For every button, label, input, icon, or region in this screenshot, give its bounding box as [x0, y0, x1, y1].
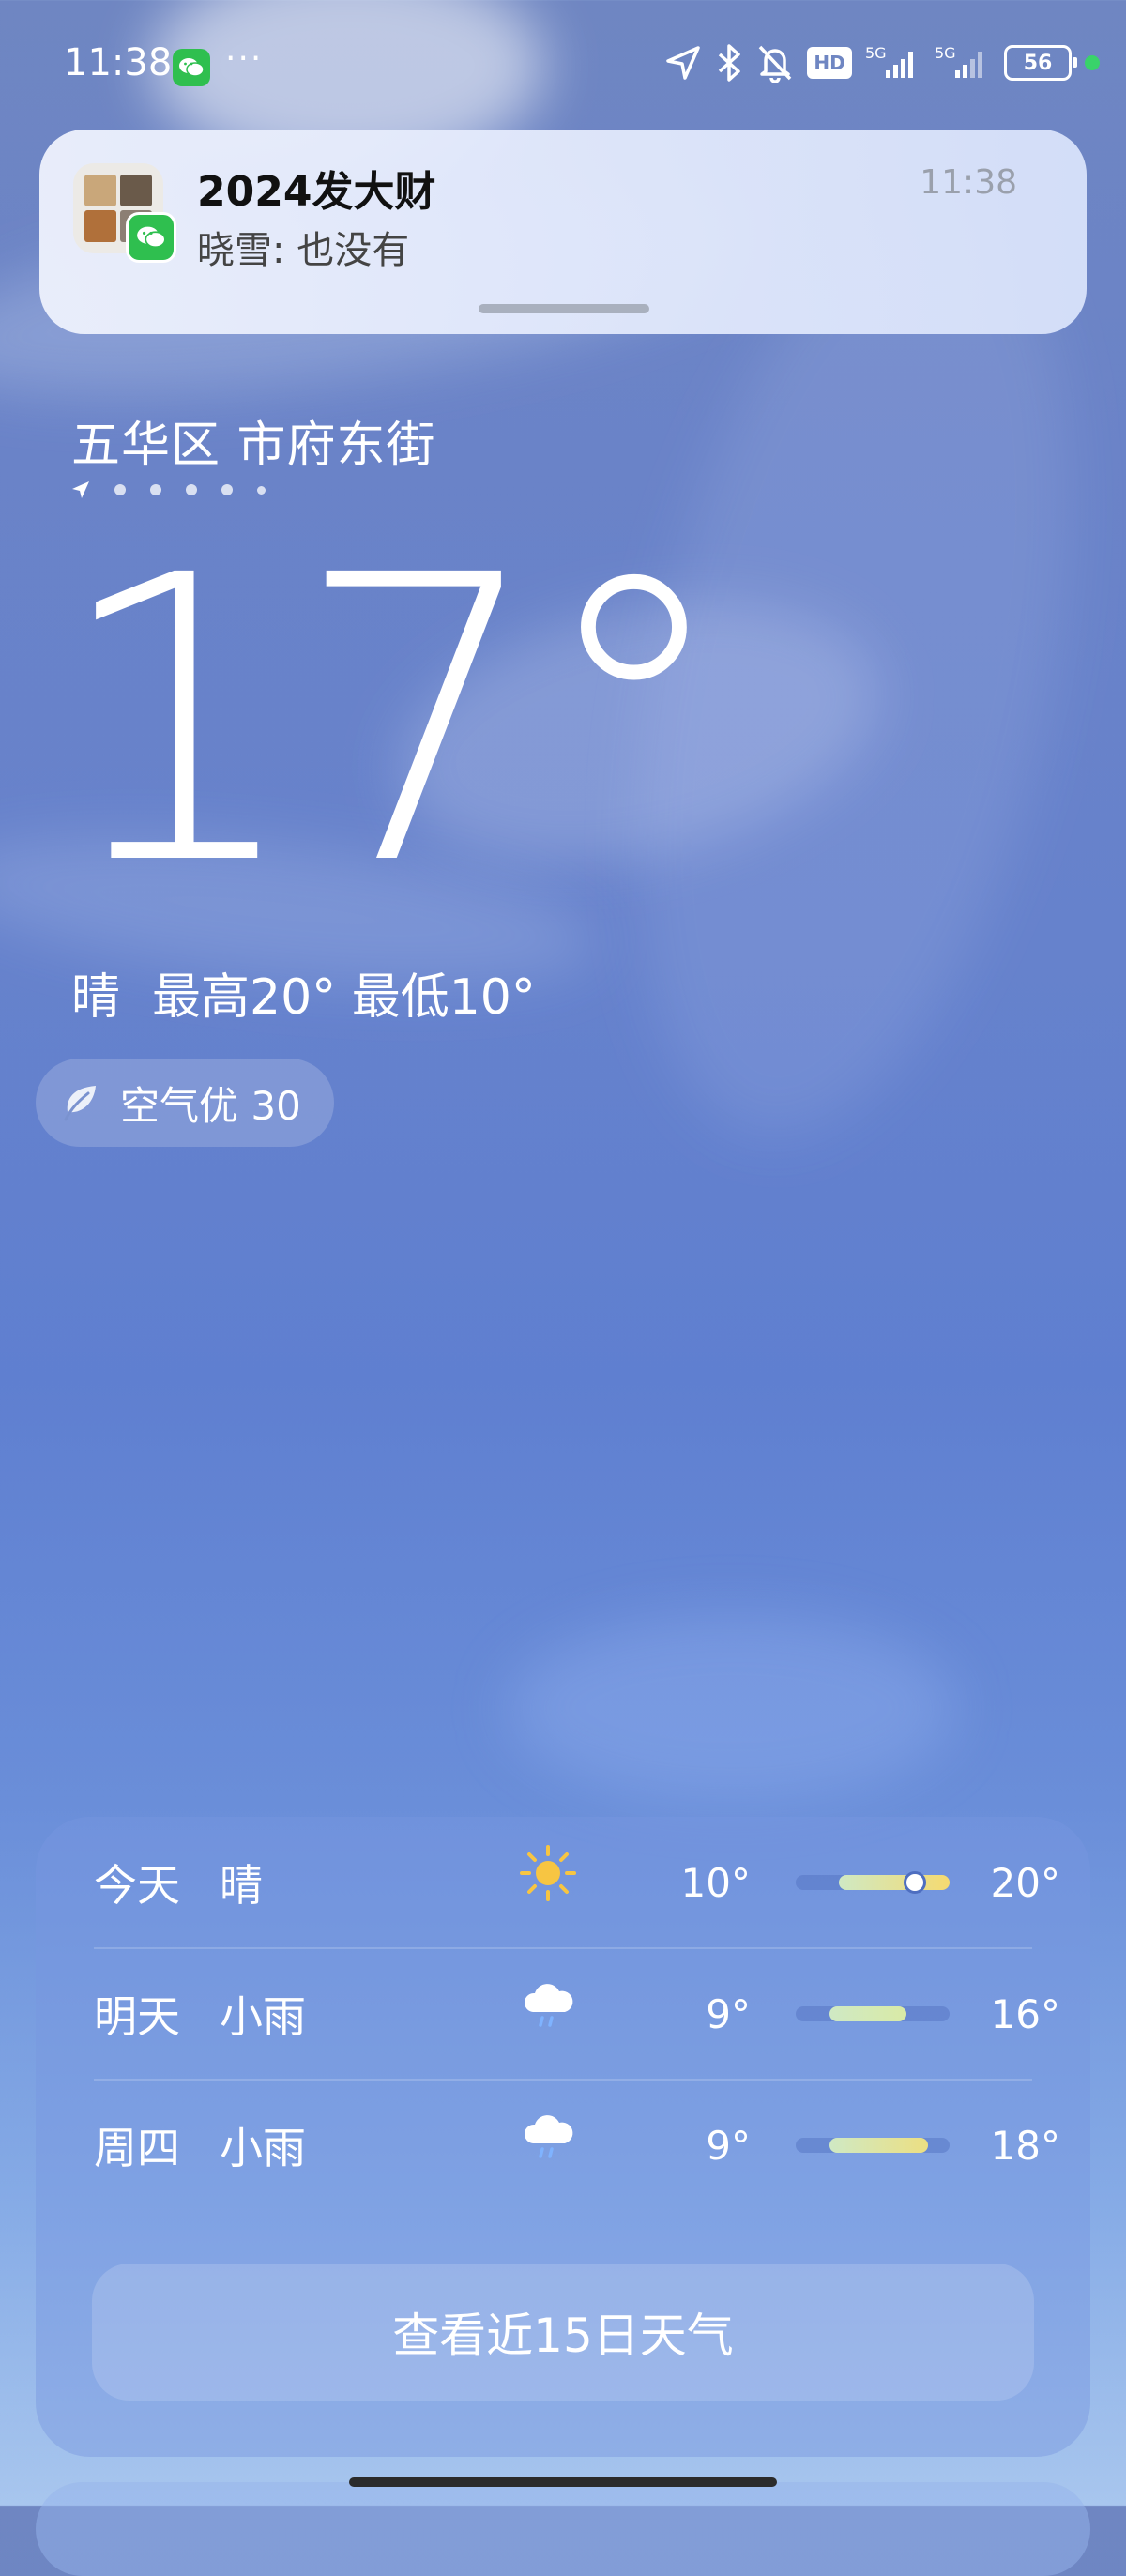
- notification-message: 晓雪: 也没有: [197, 229, 410, 272]
- temp-range-bar: [796, 2006, 950, 2021]
- temp-range-fill: [829, 2006, 907, 2021]
- forecast-row[interactable]: 周四 小雨 9° 18°: [94, 2080, 1060, 2211]
- forecast-weather: 小雨: [220, 1991, 306, 2042]
- current-temperature: 17°: [53, 493, 732, 952]
- air-quality-pill[interactable]: 空气优 30: [36, 1059, 334, 1147]
- cloud-rain-icon: [524, 2115, 573, 2158]
- notification-title: 2024发大财: [197, 168, 436, 216]
- cloud-rain-icon: [524, 1984, 573, 2027]
- temp-range-bar: [796, 1871, 950, 1894]
- status-bar: 11:38 ··· HD 5G 5G 56: [0, 0, 1126, 131]
- next-card-peek: [36, 2482, 1090, 2576]
- bluetooth-icon: [718, 44, 740, 82]
- privacy-indicator-dot: [1085, 55, 1100, 70]
- forecast-low: 9°: [706, 2122, 751, 2169]
- current-condition-line: 晴最高20° 最低10°: [71, 957, 568, 1028]
- forecast-card: 今天 晴 10° 20° 明天 小雨 9° 16° 周四 小雨 9° 18° 查…: [36, 1817, 1090, 2457]
- clock: 11:38: [64, 41, 173, 84]
- more-notifications-icon: ···: [225, 39, 264, 78]
- signal-5g-1-icon: 5G: [865, 46, 921, 80]
- notification-banner[interactable]: 2024发大财 晓雪: 也没有 11:38: [39, 130, 1087, 334]
- leaf-icon: [64, 1086, 96, 1121]
- forecast-low: 10°: [680, 1859, 751, 1906]
- forecast-row[interactable]: 今天 晴 10° 20°: [94, 1817, 1060, 1948]
- signal-5g-2-icon: 5G: [935, 46, 991, 80]
- forecast-day: 今天: [94, 1860, 180, 1911]
- location-icon: [666, 46, 700, 80]
- air-quality-label: 空气优 30: [120, 1082, 301, 1129]
- condition-text: 晴: [71, 969, 121, 1026]
- home-indicator[interactable]: [349, 2477, 777, 2487]
- forecast-weather: 小雨: [220, 2123, 306, 2173]
- forecast-high: 16°: [990, 1990, 1060, 2037]
- forecast-row[interactable]: 明天 小雨 9° 16°: [94, 1948, 1060, 2080]
- forecast-day: 周四: [94, 2123, 180, 2173]
- forecast-weather: 晴: [220, 1860, 263, 1911]
- high-low-text: 最高20° 最低10°: [152, 969, 536, 1026]
- location-title[interactable]: 五华区 市府东街: [71, 405, 436, 476]
- sun-icon: [520, 1845, 576, 1901]
- forecast-day: 明天: [94, 1991, 180, 2042]
- view-15-day-forecast-button[interactable]: 查看近15日天气: [92, 2264, 1034, 2401]
- temp-range-fill: [829, 2138, 929, 2153]
- current-temp-marker: [903, 1871, 926, 1894]
- wechat-icon: [173, 49, 210, 86]
- wechat-badge-icon: [126, 212, 176, 263]
- battery-icon: 56: [1004, 45, 1077, 81]
- temp-range-bar: [796, 2138, 950, 2153]
- forecast-high: 20°: [990, 1859, 1060, 1906]
- forecast-low: 9°: [706, 1990, 751, 2037]
- notification-drag-handle[interactable]: [479, 304, 649, 313]
- forecast-high: 18°: [990, 2122, 1060, 2169]
- notification-time: 11:38: [920, 163, 1017, 202]
- temp-range-fill: [838, 1875, 950, 1890]
- mute-bell-icon: [758, 45, 792, 83]
- hd-voice-icon: HD: [807, 47, 852, 79]
